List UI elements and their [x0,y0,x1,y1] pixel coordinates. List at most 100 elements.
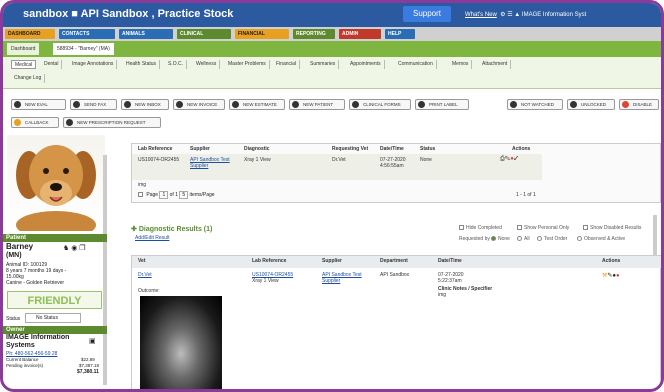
patient-header: Patient [3,234,107,242]
hide-completed-filter[interactable]: Hide Completed [459,225,502,231]
row-time: 4:56:55am [380,163,404,169]
col-supplier: Supplier [190,146,211,152]
unlocked-button[interactable]: UNLOCKED [567,99,615,110]
phone-icon [14,119,21,126]
result-vet[interactable]: Dr.Vet [138,272,152,278]
forms-icon [352,101,359,108]
result-time: 5:22:37am [438,278,462,284]
status-select[interactable]: No Status [25,313,81,323]
account-name[interactable]: IMAGE Information Syst [522,12,586,18]
module-clinical[interactable]: CLINICAL [177,29,231,39]
whats-new-link[interactable]: What's New [465,12,497,18]
record-sub-nav: Medical Dental Image Annotations Health … [3,57,661,89]
result-notes-value: img [438,292,447,298]
module-financial[interactable]: FINANCIAL [235,29,289,39]
total-value: $7,380.11 [77,369,99,375]
module-admin[interactable]: ADMIN [339,29,381,39]
subnav-summaries[interactable]: Summaries [307,60,340,69]
subnav-wellness[interactable]: Wellness [193,60,221,69]
radio-test-order[interactable]: Test Order [537,236,567,242]
callback-button[interactable]: CALLBACK [11,117,59,128]
page-input[interactable]: 1 [159,191,169,199]
module-help[interactable]: HELP [385,29,415,39]
row-supplier[interactable]: API Sandbox Test Supplier [190,157,236,169]
show-disabled-filter[interactable]: Show Disabled Results [583,225,641,231]
subnav-dental[interactable]: Dental [41,60,63,69]
table-row[interactable]: US10074-OR2455 API Sandbox Test Supplier… [132,154,542,180]
user-icon[interactable]: ▲ [514,12,520,18]
radio-none[interactable]: None [491,236,510,242]
new-eval-button[interactable]: NEW EVAL [11,99,66,110]
subnav-memos[interactable]: Memos [449,60,473,69]
check-icon[interactable]: ✓ [514,156,519,162]
subnav-attachment[interactable]: Attachment [479,60,512,69]
module-contacts[interactable]: CONTACTS [59,29,115,39]
inbox-icon [124,101,131,108]
copy-icon[interactable]: ❐ [79,245,85,252]
new-prescription-button[interactable]: NEW PRESCRIPTION REQUEST [63,117,161,128]
select-all-checkbox[interactable] [138,192,143,198]
action-toolbar: NEW EVAL SEND FAX NEW INBOX NEW INVOICE … [3,89,661,135]
print-label-button[interactable]: PRINT LABEL [415,99,469,110]
module-dashboard[interactable]: DASHBOARD [5,29,55,39]
xray-image[interactable] [140,296,222,389]
support-button[interactable]: Support [403,6,451,22]
result-notes-label: Clinic Notes / Specifier [438,286,493,292]
prescription-icon [66,119,73,126]
add-edit-result-link[interactable]: Add/Edit Result [135,235,169,241]
col-requesting-vet: Requesting Vet [332,146,369,152]
lab-requests-table: Lab Reference Supplier Diagnostic Reques… [131,143,661,203]
subnav-medical[interactable]: Medical [11,60,37,69]
subnav-health-status[interactable]: Health Status [123,60,161,69]
send-fax-button[interactable]: SEND FAX [70,99,117,110]
pending-label: Pending invoice(s) [6,363,44,368]
menu-icon[interactable]: ☰ [507,12,512,18]
patient-photo [7,135,105,231]
page-count: 1 - 1 of 1 [516,192,536,198]
subnav-communication[interactable]: Communication [395,60,437,69]
pagination: Page 1 of 1 5 items/Page [138,191,215,199]
col-diagnostic: Diagnostic [244,146,270,152]
results-table: Vet Lab Reference Supplier Department Da… [131,255,661,389]
not-watched-button[interactable]: NOT WATCHED [507,99,563,110]
result-diagnostic: Xray 1 View [252,278,279,284]
new-inbox-button[interactable]: NEW INBOX [121,99,169,110]
disable-button[interactable]: DISABLE [619,99,659,110]
behavior-badge: FRIENDLY [7,291,102,309]
diagnostic-results-title[interactable]: ✚ Diagnostic Results (1) [131,225,212,233]
radio-all[interactable]: All [517,236,530,242]
col-lab-reference: Lab Reference [138,146,173,152]
camera-icon[interactable]: ◉ [71,245,77,252]
settings-icon[interactable]: ⚙ [500,12,505,18]
module-animals[interactable]: ANIMALS [119,29,173,39]
delete-icon[interactable]: ● [616,273,620,279]
new-estimate-button[interactable]: NEW ESTIMATE [229,99,285,110]
app-window: sandbox ■ API Sandbox , Practice Stock S… [0,0,664,392]
col-date-time: Date/Time [380,146,404,152]
patient-icon [292,101,299,108]
row-extra: img [138,182,147,188]
subnav-image-annotations[interactable]: Image Annotations [69,60,118,69]
module-reporting[interactable]: REPORTING [293,29,335,39]
subnav-appointments[interactable]: Appointments [347,60,385,69]
clinical-forms-button[interactable]: CLINICAL FORMS [349,99,411,110]
radio-observed-active[interactable]: Observed & Active [577,236,625,242]
result-supplier[interactable]: API Sandbox Test Supplier [322,272,370,284]
id-card-icon[interactable]: ▣ [89,337,96,345]
subnav-change-log[interactable]: Change Log [11,74,46,83]
outcome-label: Outcome: [138,288,160,294]
new-invoice-button[interactable]: NEW INVOICE [173,99,225,110]
show-personal-filter[interactable]: Show Personal Only [517,225,569,231]
tab-patient[interactable]: 588934 - "Barney" (MA) [53,43,114,55]
new-patient-button[interactable]: NEW PATIENT [289,99,345,110]
subnav-soc[interactable]: S.O.C. [165,60,188,69]
owner-name-line2: Systems [6,342,35,349]
row-lab-reference: US10074-OR2455 [138,157,180,163]
sidebar-scrollbar[interactable] [103,155,107,385]
tab-dashboard[interactable]: Dashboard [7,43,40,55]
per-page-select[interactable]: 5 [179,191,189,199]
subnav-master-problems[interactable]: Master Problems [225,60,270,69]
result-action-icons: ⚒✎●● [602,272,620,279]
patient-icons: ♞ ◉ ❐ [63,244,86,252]
subnav-financial[interactable]: Financial [273,60,301,69]
